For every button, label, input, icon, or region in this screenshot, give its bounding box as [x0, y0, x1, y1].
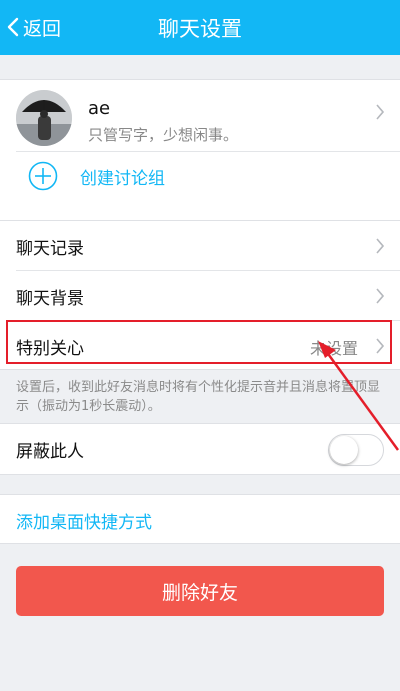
page-title: 聊天设置 — [158, 16, 242, 41]
delete-friend-button[interactable]: 删除好友 — [16, 566, 384, 616]
chat-background-label: 聊天背景 — [16, 289, 84, 309]
add-shortcut-row[interactable]: 添加桌面快捷方式 — [0, 494, 400, 544]
block-user-row: 屏蔽此人 — [0, 423, 400, 475]
chevron-right-icon — [376, 238, 385, 254]
chevron-right-icon — [376, 288, 385, 304]
add-shortcut-label: 添加桌面快捷方式 — [16, 513, 152, 533]
block-user-setting: 屏蔽此人 — [0, 424, 400, 476]
chevron-right-icon — [376, 104, 385, 120]
chat-background-row[interactable]: 聊天背景 — [0, 271, 400, 321]
plus-circle-icon — [28, 161, 58, 191]
back-button[interactable]: 返回 — [6, 10, 61, 44]
avatar-image — [16, 90, 72, 146]
profile-signature: 只管写字，少想闲事。 — [88, 126, 239, 144]
create-group-label: 创建讨论组 — [80, 169, 165, 189]
profile-row[interactable]: ae 只管写字，少想闲事。 — [0, 80, 400, 151]
profile-name: ae — [88, 98, 111, 119]
chevron-left-icon — [7, 17, 19, 37]
block-user-label: 屏蔽此人 — [16, 442, 84, 462]
special-care-label: 特别关心 — [16, 339, 84, 359]
back-label: 返回 — [23, 17, 62, 40]
top-nav-bar: 返回 聊天设置 — [0, 0, 400, 55]
chat-history-row[interactable]: 聊天记录 — [0, 221, 400, 271]
special-care-row[interactable]: 特别关心 未设置 — [0, 321, 400, 371]
chat-settings-group: 聊天记录 聊天背景 特别关心 未设置 — [0, 220, 400, 370]
block-user-toggle[interactable] — [328, 434, 384, 466]
avatar — [16, 90, 72, 146]
profile-card: ae 只管写字，少想闲事。 创建讨论组 — [0, 79, 400, 226]
create-group-row[interactable]: 创建讨论组 — [0, 152, 400, 226]
toggle-knob — [330, 436, 358, 464]
special-care-value: 未设置 — [309, 339, 358, 358]
chevron-right-icon — [376, 338, 385, 354]
chat-history-label: 聊天记录 — [16, 239, 84, 259]
special-care-description: 设置后，收到此好友消息时将有个性化提示音并且消息将置顶显示（振动为1秒长震动）。 — [16, 380, 381, 414]
